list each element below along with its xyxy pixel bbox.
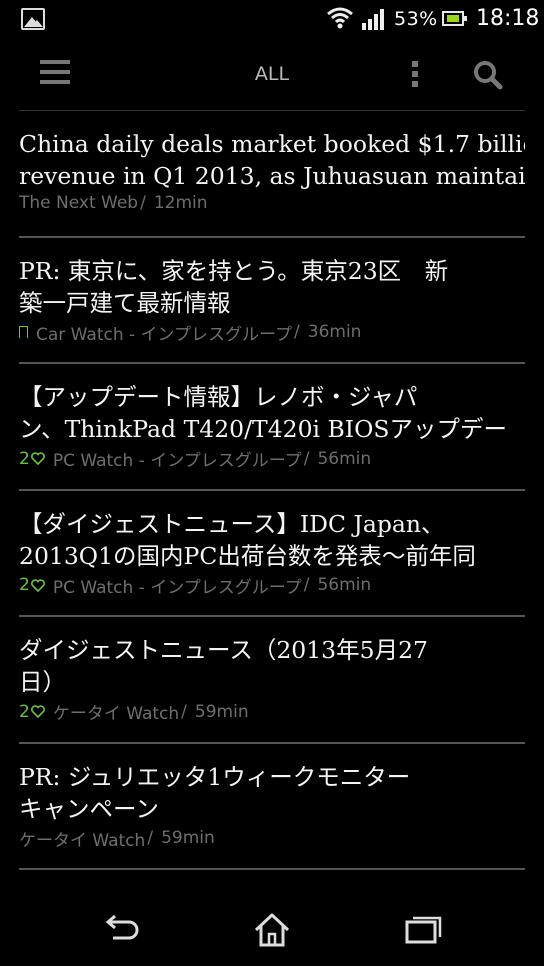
item-title-line: 2013Q1の国内PC出荷台数を発表～前年同 (19, 541, 476, 570)
overflow-icon[interactable] (412, 61, 420, 89)
list-item[interactable]: PR: 東京に、家を持とう。東京23区 新 築一戸建て最新情報 Car Watc… (19, 238, 525, 364)
back-icon[interactable] (103, 912, 143, 946)
list-item[interactable]: ダイジェストニュース（2013年5月27 日） 2 ケータイ Watch / 5… (19, 617, 525, 744)
feed-title[interactable]: ALL (0, 63, 544, 85)
item-title-line: 築一戸建て最新情報 (19, 288, 231, 317)
item-source: PC Watch - インプレスグループ (52, 451, 302, 471)
gallery-icon (21, 8, 45, 30)
item-title-line: revenue in Q1 2013, as Juhuasuan maintai… (19, 162, 525, 190)
battery-icon (442, 11, 467, 26)
search-icon[interactable] (473, 60, 503, 90)
item-time: 12min (153, 193, 208, 213)
like-count: 2 (19, 449, 45, 469)
item-time: 56min (317, 448, 372, 469)
list-item[interactable]: PR: ジュリエッタ1ウィークモニター キャンペーン ケータイ Watch / … (19, 744, 525, 870)
item-source: ケータイ Watch (52, 704, 180, 724)
status-bar: 53% 18:18 (0, 0, 544, 40)
bookmark-icon (19, 326, 28, 339)
action-bar: ALL (0, 40, 544, 110)
item-title-line: PR: ジュリエッタ1ウィークモニター (19, 762, 411, 791)
item-title-line: キャンペーン (19, 794, 159, 823)
item-title-line: ン、ThinkPad T420/T420i BIOSアップデー (19, 415, 507, 443)
item-title-line: China daily deals market booked $1.7 bil… (19, 130, 525, 158)
like-count: 2 (19, 702, 45, 722)
heart-icon (30, 578, 45, 592)
item-title-line: 【アップデート情報】レノボ・ジャパ (19, 383, 418, 411)
item-title-line: 日） (19, 668, 66, 696)
item-time: 59min (161, 828, 215, 848)
item-meta: ケータイ Watch / 59min (19, 826, 525, 851)
like-count-number: 2 (19, 701, 30, 722)
list-item[interactable]: 【アップデート情報】レノボ・ジャパ ン、ThinkPad T420/T420i … (19, 364, 525, 491)
home-icon[interactable] (252, 912, 292, 948)
item-time: 36min (307, 322, 362, 342)
heart-icon (30, 705, 45, 718)
item-source: Car Watch - インプレスグループ (36, 324, 293, 345)
item-meta: 2 PC Watch - インプレスグループ / 56min (19, 573, 525, 598)
like-count-number: 2 (19, 575, 30, 595)
meta-separator: / (181, 701, 187, 722)
meta-separator: / (294, 322, 300, 342)
list-item[interactable]: China daily deals market booked $1.7 bil… (19, 111, 525, 238)
signal-icon (362, 9, 384, 30)
like-count-number: 2 (19, 448, 30, 469)
item-time: 59min (194, 701, 249, 722)
item-time: 56min (317, 575, 372, 595)
item-source: The Next Web (19, 193, 139, 213)
meta-separator: / (147, 828, 154, 848)
wifi-icon (327, 7, 353, 29)
meta-separator: / (303, 448, 310, 469)
navigation-bar (0, 896, 544, 966)
list-item[interactable]: 【ダイジェストニュース】IDC Japan、 2013Q1の国内PC出荷台数を発… (19, 491, 525, 617)
meta-separator: / (303, 575, 310, 595)
item-title-line: PR: 東京に、家を持とう。東京23区 新 (19, 256, 449, 285)
item-source: PC Watch - インプレスグループ (52, 577, 302, 598)
item-meta: The Next Web / 12min (19, 193, 525, 213)
item-title-line: 【ダイジェストニュース】IDC Japan、 (19, 509, 445, 538)
recents-icon[interactable] (404, 912, 444, 946)
item-meta: 2 PC Watch - インプレスグループ / 56min (19, 446, 525, 472)
meta-separator: / (140, 193, 146, 213)
heart-icon (30, 452, 45, 465)
item-meta: 2 ケータイ Watch / 59min (19, 699, 525, 725)
clock: 18:18 (476, 6, 540, 31)
battery-percent: 53% (394, 8, 438, 30)
item-title-line: ダイジェストニュース（2013年5月27 (19, 636, 428, 664)
news-feed: China daily deals market booked $1.7 bil… (19, 111, 525, 870)
like-count: 2 (19, 575, 45, 595)
item-source: ケータイ Watch (19, 830, 146, 851)
item-meta: Car Watch - インプレスグループ / 36min (19, 320, 525, 345)
